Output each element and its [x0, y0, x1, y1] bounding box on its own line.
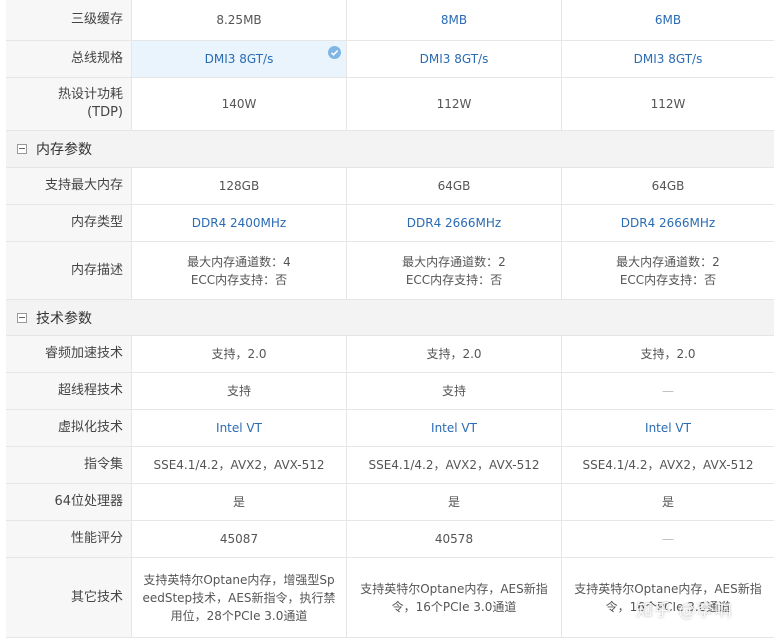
value-line: 用位，28个PCIe 3.0通道	[170, 608, 308, 623]
value-line: ECC内存支持：否	[619, 272, 717, 287]
spec-comparison-table: 三级缓存 8.25MB 8MB 6MB 总线规格 DMI3 8GT/s DMI3…	[0, 0, 774, 641]
row-tdp: 热设计功耗 (TDP) 140W 112W 112W	[6, 78, 774, 131]
section-header-tech[interactable]: 技术参数	[6, 300, 774, 336]
section-header-memory[interactable]: 内存参数	[6, 131, 774, 168]
value-cell: 支持英特尔Optane内存，增强型Sp eedStep技术，AES新指令，执行禁…	[132, 558, 347, 637]
row-label: 热设计功耗 (TDP)	[6, 78, 132, 130]
value-link[interactable]: Intel VT	[562, 410, 774, 446]
value-cell: 8.25MB	[132, 0, 347, 40]
row-max-memory: 支持最大内存 128GB 64GB 64GB	[6, 168, 774, 205]
row-virtualization: 虚拟化技术 Intel VT Intel VT Intel VT	[6, 410, 774, 447]
check-circle-icon	[328, 46, 341, 59]
minus-square-icon[interactable]	[17, 312, 27, 323]
row-label: 其它技术	[6, 558, 132, 637]
value-cell: 是	[661, 495, 674, 509]
row-label: 睿频加速技术	[6, 336, 132, 372]
row-label: 指令集	[6, 447, 132, 483]
value-line: 最大内存通道数：4	[187, 254, 291, 269]
row-64bit: 64位处理器 是 是 是	[6, 484, 774, 521]
value-cell: 支持	[132, 373, 347, 409]
value-link[interactable]: Intel VT	[347, 410, 562, 446]
value-cell: 128GB	[132, 168, 347, 204]
value-cell: —	[662, 532, 674, 546]
row-turbo-boost: 睿频加速技术 支持，2.0 支持，2.0 支持，2.0	[6, 336, 774, 373]
value-link[interactable]: DDR4 2400MHz	[132, 205, 347, 241]
value-cell: 是	[347, 484, 562, 520]
value-cell: 支持，2.0	[640, 347, 696, 361]
row-memory-type: 内存类型 DDR4 2400MHz DDR4 2666MHz DDR4 2666…	[6, 205, 774, 242]
value-line: 令，16个PCIe 3.0通道	[391, 599, 517, 614]
value-link[interactable]: 6MB	[562, 0, 774, 40]
row-label: 支持最大内存	[6, 168, 132, 204]
value-cell: SSE4.1/4.2，AVX2，AVX-512	[132, 447, 347, 483]
value-cell: 最大内存通道数：2 ECC内存支持：否	[347, 242, 562, 299]
section-title: 内存参数	[36, 142, 92, 158]
row-label: 超线程技术	[6, 373, 132, 409]
value-cell: 64GB	[347, 168, 562, 204]
value-link[interactable]: DMI3 8GT/s	[347, 41, 562, 77]
value-cell: 64GB	[651, 179, 685, 193]
value-link[interactable]: 8MB	[347, 0, 562, 40]
value-line: ECC内存支持：否	[405, 272, 503, 287]
value-link[interactable]: DDR4 2666MHz	[347, 205, 562, 241]
value-cell: 112W	[347, 78, 562, 130]
value-cell: SSE4.1/4.2，AVX2，AVX-512	[582, 458, 754, 472]
value-line: 支持英特尔Optane内存，增强型Sp	[143, 572, 335, 587]
section-title: 技术参数	[36, 310, 92, 327]
row-label: 性能评分	[6, 521, 132, 557]
value-line: 最大内存通道数：2	[616, 254, 720, 269]
row-performance-score: 性能评分 45087 40578 —	[6, 521, 774, 558]
value-cell: 最大内存通道数：2 ECC内存支持：否	[562, 242, 774, 299]
value-cell: SSE4.1/4.2，AVX2，AVX-512	[347, 447, 562, 483]
row-label-line: (TDP)	[87, 105, 123, 120]
value-link[interactable]: DMI3 8GT/s	[562, 41, 774, 77]
row-label: 虚拟化技术	[6, 410, 132, 446]
value-cell: 40578	[347, 521, 562, 557]
row-label-line: 热设计功耗	[57, 87, 123, 102]
row-memory-desc: 内存描述 最大内存通道数：4 ECC内存支持：否 最大内存通道数：2 ECC内存…	[6, 242, 774, 300]
row-label: 总线规格	[6, 41, 132, 77]
row-label: 三级缓存	[6, 0, 132, 40]
row-label: 64位处理器	[6, 484, 132, 520]
value-cell: 支持英特尔Optane内存，AES新指 令，16个PCIe 3.0通道	[347, 558, 562, 637]
value-cell: 140W	[132, 78, 347, 130]
value-link[interactable]: Intel VT	[132, 410, 347, 446]
watermark: 知乎 @李响	[636, 601, 733, 621]
row-bus-spec: 总线规格 DMI3 8GT/s DMI3 8GT/s DMI3 8GT/s	[6, 41, 774, 78]
value-link[interactable]: DMI3 8GT/s	[132, 41, 347, 77]
value-line: 支持英特尔Optane内存，AES新指	[360, 581, 548, 596]
value-cell: 支持，2.0	[347, 336, 562, 372]
value-line: 最大内存通道数：2	[402, 254, 506, 269]
row-instruction-set: 指令集 SSE4.1/4.2，AVX2，AVX-512 SSE4.1/4.2，A…	[6, 447, 774, 484]
value-line: eedStep技术，AES新指令，执行禁	[142, 590, 336, 605]
value-cell: 45087	[132, 521, 347, 557]
value-cell: 支持	[347, 373, 562, 409]
row-label: 内存描述	[6, 242, 132, 299]
value-cell: 最大内存通道数：4 ECC内存支持：否	[132, 242, 347, 299]
row-label: 内存类型	[6, 205, 132, 241]
value-cell: 支持，2.0	[132, 336, 347, 372]
value-cell: 112W	[650, 97, 686, 111]
value-line: ECC内存支持：否	[190, 272, 288, 287]
minus-square-icon[interactable]	[17, 144, 27, 154]
value-cell: —	[662, 384, 674, 398]
value-text: DMI3 8GT/s	[204, 52, 274, 66]
value-link[interactable]: DDR4 2666MHz	[562, 205, 774, 241]
row-l3-cache: 三级缓存 8.25MB 8MB 6MB	[6, 0, 774, 41]
row-hyperthreading: 超线程技术 支持 支持 —	[6, 373, 774, 410]
value-cell: 是	[132, 484, 347, 520]
value-line: 支持英特尔Optane内存，AES新指	[574, 581, 762, 596]
